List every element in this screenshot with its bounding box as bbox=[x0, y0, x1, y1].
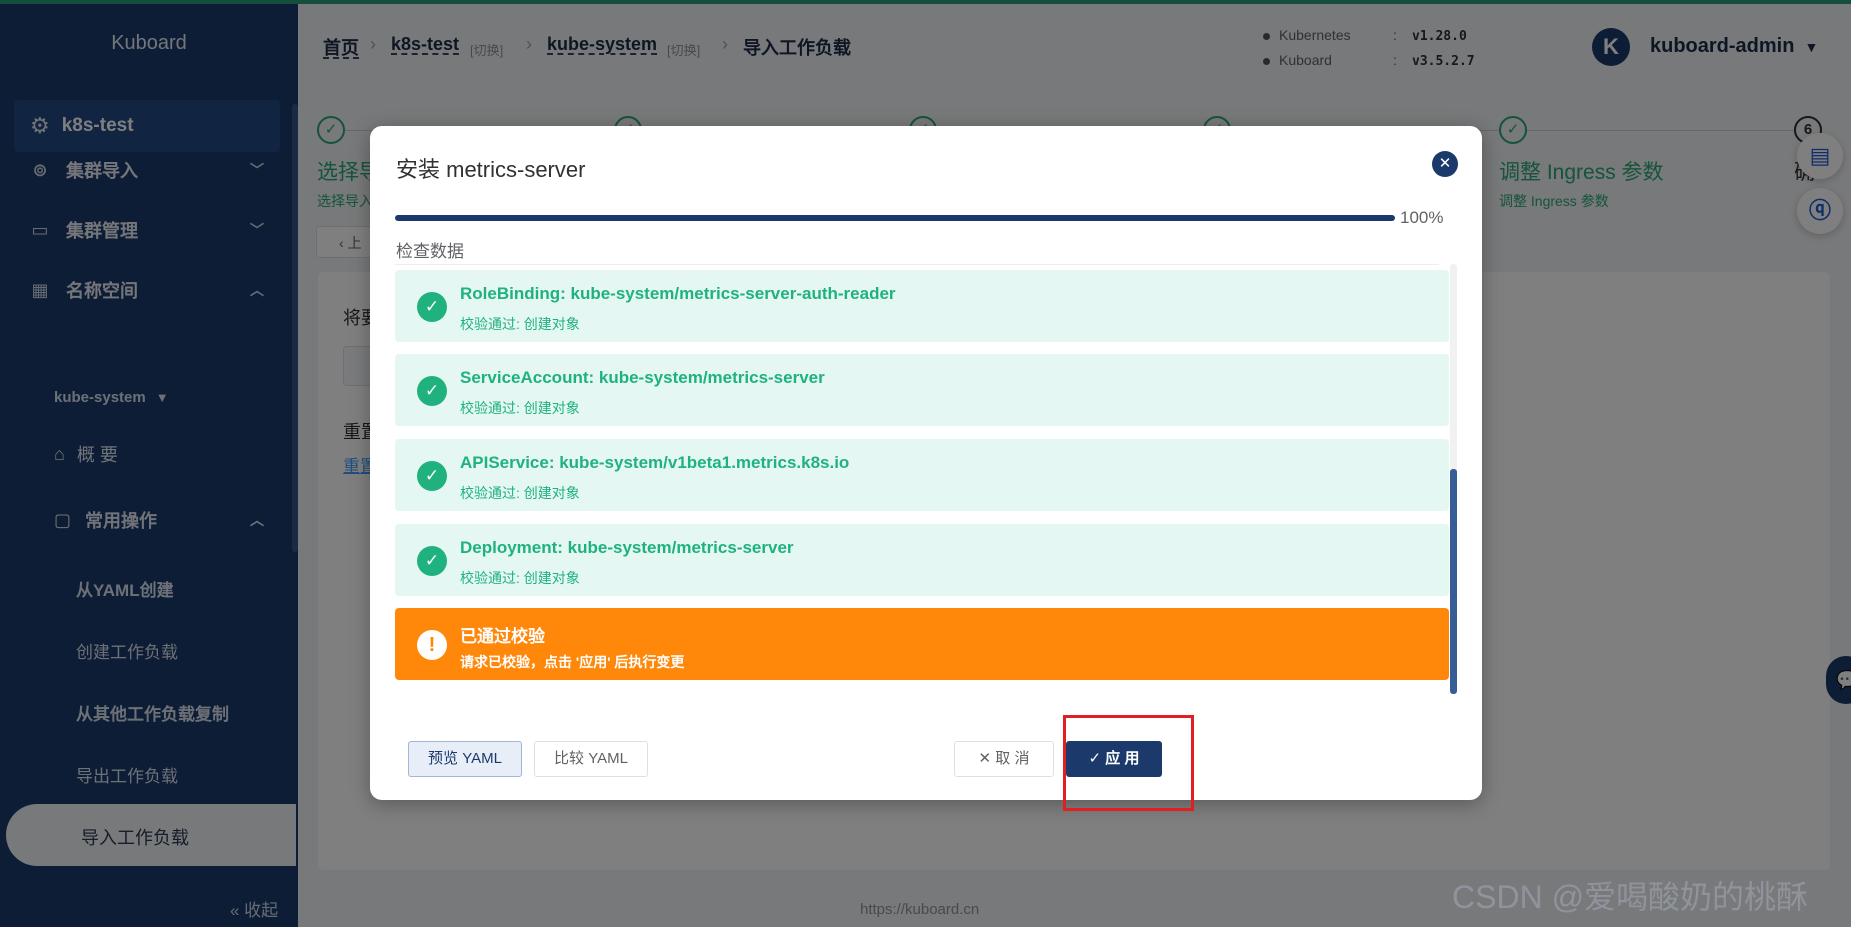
preview-yaml-button[interactable]: 预览 YAML bbox=[408, 741, 522, 777]
watermark: CSDN @爱喝酸奶的桃酥 bbox=[1452, 879, 1809, 915]
check-circle-icon: ✓ bbox=[417, 461, 447, 491]
progress-fill bbox=[395, 215, 1395, 221]
list-scrollbar[interactable] bbox=[1450, 264, 1457, 694]
cancel-button[interactable]: ✕ 取 消 bbox=[954, 741, 1054, 777]
compare-yaml-button[interactable]: 比较 YAML bbox=[534, 741, 648, 777]
section-label: 检查数据 bbox=[396, 242, 464, 261]
dialog-title: 安装 metrics-server bbox=[396, 157, 586, 182]
item-status: 校验通过: 创建对象 bbox=[460, 400, 580, 416]
install-dialog: 安装 metrics-server ✕ 100% 检查数据 ✓ RoleBind… bbox=[370, 126, 1482, 800]
item-title: ServiceAccount: kube-system/metrics-serv… bbox=[460, 368, 825, 387]
item-title: APIService: kube-system/v1beta1.metrics.… bbox=[460, 453, 850, 472]
item-status: 校验通过: 创建对象 bbox=[460, 485, 580, 501]
list-item: ✓ Deployment: kube-system/metrics-server… bbox=[395, 524, 1449, 596]
alert-message: 请求已校验，点击 '应用' 后执行变更 bbox=[460, 654, 685, 670]
item-status: 校验通过: 创建对象 bbox=[460, 316, 580, 332]
progress-bar bbox=[395, 215, 1395, 221]
check-list: ✓ RoleBinding: kube-system/metrics-serve… bbox=[395, 264, 1449, 734]
scrollbar-thumb[interactable] bbox=[1450, 469, 1457, 694]
validation-alert: ! 已通过校验 请求已校验，点击 '应用' 后执行变更 bbox=[395, 608, 1449, 680]
check-circle-icon: ✓ bbox=[417, 546, 447, 576]
check-circle-icon: ✓ bbox=[417, 292, 447, 322]
item-title: RoleBinding: kube-system/metrics-server-… bbox=[460, 284, 896, 303]
check-circle-icon: ✓ bbox=[417, 376, 447, 406]
item-status: 校验通过: 创建对象 bbox=[460, 570, 580, 586]
close-icon[interactable]: ✕ bbox=[1432, 151, 1458, 177]
exclamation-icon: ! bbox=[417, 630, 447, 660]
list-item: ✓ APIService: kube-system/v1beta1.metric… bbox=[395, 439, 1449, 511]
list-item: ✓ RoleBinding: kube-system/metrics-serve… bbox=[395, 270, 1449, 342]
alert-title: 已通过校验 bbox=[460, 627, 545, 646]
item-title: Deployment: kube-system/metrics-server bbox=[460, 538, 794, 557]
highlight-annotation bbox=[1063, 715, 1194, 811]
list-item: ✓ ServiceAccount: kube-system/metrics-se… bbox=[395, 354, 1449, 426]
progress-text: 100% bbox=[1400, 208, 1444, 227]
